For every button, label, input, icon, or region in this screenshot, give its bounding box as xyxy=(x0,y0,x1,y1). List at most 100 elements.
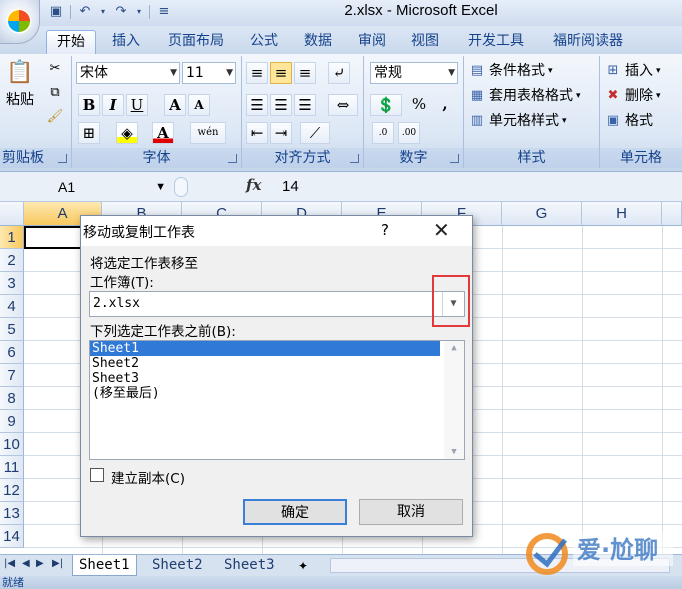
decrease-indent-button[interactable]: ⇤ xyxy=(246,122,268,144)
list-item[interactable]: Sheet2 xyxy=(90,356,440,371)
prev-sheet-icon[interactable]: ◀ xyxy=(22,558,30,569)
chevron-down-icon[interactable]: ▼ xyxy=(444,447,464,457)
status-text: 就绪 xyxy=(2,576,24,589)
currency-button[interactable]: 💲 xyxy=(370,94,402,116)
tab-home[interactable]: 开始 xyxy=(46,30,96,54)
align-bottom-button[interactable]: ≡ xyxy=(294,62,316,84)
align-right-button[interactable]: ☰ xyxy=(294,94,316,116)
list-scrollbar[interactable]: ▲ ▼ xyxy=(444,341,464,459)
name-box[interactable]: A1 ▼ xyxy=(4,176,170,198)
ok-button[interactable]: 确定 xyxy=(243,499,347,525)
decrease-font-button[interactable]: A xyxy=(188,94,210,116)
orientation-button[interactable]: ⟋ xyxy=(300,122,330,144)
conditional-format-button[interactable]: ▤ 条件格式 ▾ xyxy=(468,60,553,82)
font-color-button[interactable]: A xyxy=(152,122,174,144)
close-icon[interactable]: ✕ xyxy=(433,218,450,242)
alignment-launcher-icon[interactable] xyxy=(350,154,359,163)
column-header[interactable]: G xyxy=(502,202,582,226)
sheet-listbox[interactable]: Sheet1 Sheet2 Sheet3 (移至最后) ▲ ▼ xyxy=(89,340,465,460)
format-cells-button[interactable]: ▣ 格式 xyxy=(604,110,653,132)
fill-color-button[interactable]: ◈ xyxy=(116,122,138,144)
row-header[interactable]: 10 xyxy=(0,433,24,456)
row-header[interactable]: 5 xyxy=(0,318,24,341)
first-sheet-icon[interactable]: |◀ xyxy=(4,558,15,569)
format-as-table-label: 套用表格格式 xyxy=(489,88,573,104)
row-header[interactable]: 1 xyxy=(0,226,24,249)
list-item[interactable]: Sheet1 xyxy=(90,341,440,356)
workbook-select[interactable]: 2.xlsx ▼ xyxy=(89,291,465,317)
tab-page-layout[interactable]: 页面布局 xyxy=(158,30,234,54)
comma-button[interactable]: , xyxy=(434,94,456,116)
window-title: 2.xlsx - Microsoft Excel xyxy=(344,2,498,19)
tab-foxit-reader[interactable]: 福昕阅读器 xyxy=(543,30,633,54)
sheet-tab[interactable]: Sheet3 xyxy=(218,555,281,576)
bold-button[interactable]: B xyxy=(78,94,100,116)
row-header[interactable]: 2 xyxy=(0,249,24,272)
phonetic-button[interactable]: wén xyxy=(190,122,226,144)
row-header[interactable]: 9 xyxy=(0,410,24,433)
increase-decimal-button[interactable]: .0 xyxy=(372,122,394,144)
row-header[interactable]: 3 xyxy=(0,272,24,295)
copy-icon[interactable]: ⧉ xyxy=(46,84,64,102)
create-copy-checkbox[interactable] xyxy=(90,468,104,482)
tab-view[interactable]: 视图 xyxy=(404,30,446,54)
wrap-text-button[interactable]: ⤶ xyxy=(328,62,350,84)
merge-center-button[interactable]: ⇔ xyxy=(328,94,358,116)
dialog-title-bar: 移动或复制工作表 ? ✕ xyxy=(81,216,472,246)
decrease-decimal-button[interactable]: .00 xyxy=(398,122,420,144)
insert-function-icon[interactable]: fx xyxy=(246,176,261,194)
percent-button[interactable]: % xyxy=(408,94,430,116)
cut-icon[interactable]: ✂ xyxy=(46,60,64,78)
sheet-tab[interactable]: Sheet2 xyxy=(146,555,209,576)
horizontal-scrollbar[interactable] xyxy=(330,558,670,573)
select-all-corner[interactable] xyxy=(0,202,24,226)
tab-data[interactable]: 数据 xyxy=(297,30,339,54)
row-header[interactable]: 14 xyxy=(0,525,24,548)
underline-button[interactable]: U xyxy=(126,94,148,116)
delete-cells-button[interactable]: ✖ 删除 ▾ xyxy=(604,85,661,107)
row-header[interactable]: 8 xyxy=(0,387,24,410)
align-left-button[interactable]: ☰ xyxy=(246,94,268,116)
row-header[interactable]: 4 xyxy=(0,295,24,318)
insert-sheet-icon[interactable]: ✦ xyxy=(294,557,312,575)
chevron-up-icon[interactable]: ▲ xyxy=(444,343,464,353)
increase-indent-button[interactable]: ⇥ xyxy=(270,122,292,144)
list-item[interactable]: (移至最后) xyxy=(90,386,440,401)
row-header[interactable]: 11 xyxy=(0,456,24,479)
row-header[interactable]: 12 xyxy=(0,479,24,502)
format-painter-icon[interactable]: 🖌 xyxy=(46,108,64,126)
help-icon[interactable]: ? xyxy=(381,221,389,239)
increase-font-button[interactable]: A xyxy=(164,94,186,116)
paste-button[interactable]: 📋 粘贴 xyxy=(2,58,38,118)
cancel-button[interactable]: 取消 xyxy=(359,499,463,525)
tab-formulas[interactable]: 公式 xyxy=(243,30,285,54)
align-center-button[interactable]: ☰ xyxy=(270,94,292,116)
number-format-select[interactable]: 常规 ▼ xyxy=(370,62,458,84)
last-sheet-icon[interactable]: ▶| xyxy=(52,558,63,569)
tab-insert[interactable]: 插入 xyxy=(104,30,148,54)
row-header[interactable]: 7 xyxy=(0,364,24,387)
formula-input[interactable]: 14 xyxy=(282,176,299,198)
sheet-tab-bar: |◀ ◀ ▶ ▶| Sheet1 Sheet2 Sheet3 ✦ xyxy=(0,554,682,576)
cell-styles-button[interactable]: ▥ 单元格样式 ▾ xyxy=(468,110,567,132)
italic-button[interactable]: I xyxy=(102,94,124,116)
font-launcher-icon[interactable] xyxy=(228,154,237,163)
formula-bar-handle-icon[interactable] xyxy=(174,177,188,197)
list-item[interactable]: Sheet3 xyxy=(90,371,440,386)
clipboard-launcher-icon[interactable] xyxy=(58,154,67,163)
number-launcher-icon[interactable] xyxy=(450,154,459,163)
insert-cells-button[interactable]: ⊞ 插入 ▾ xyxy=(604,60,661,82)
sheet-tab[interactable]: Sheet1 xyxy=(72,555,137,576)
font-size-select[interactable]: 11 ▼ xyxy=(182,62,236,84)
format-as-table-button[interactable]: ▦ 套用表格格式 ▾ xyxy=(468,85,581,107)
font-name-select[interactable]: 宋体 ▼ xyxy=(76,62,180,84)
align-middle-button[interactable]: ≡ xyxy=(270,62,292,84)
row-header[interactable]: 6 xyxy=(0,341,24,364)
next-sheet-icon[interactable]: ▶ xyxy=(36,558,44,569)
tab-developer[interactable]: 开发工具 xyxy=(458,30,534,54)
align-top-button[interactable]: ≡ xyxy=(246,62,268,84)
tab-review[interactable]: 审阅 xyxy=(351,30,393,54)
row-header[interactable]: 13 xyxy=(0,502,24,525)
borders-button[interactable]: ⊞ xyxy=(78,122,100,144)
column-header[interactable]: H xyxy=(582,202,662,226)
